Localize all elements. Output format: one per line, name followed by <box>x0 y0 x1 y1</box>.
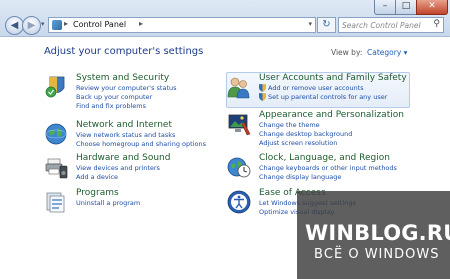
refresh-button[interactable]: ↻ <box>317 17 336 33</box>
category-programs: Programs Uninstall a program <box>44 188 224 214</box>
watermark-title: WINBLOG.RU <box>305 221 450 245</box>
close-button[interactable]: ✕ <box>416 0 448 15</box>
printer-speaker-icon <box>45 158 68 179</box>
view-by-label: View by: <box>331 48 363 57</box>
link-devices-printers[interactable]: View devices and printers <box>76 164 160 172</box>
users-icon <box>227 77 250 99</box>
control-panel-icon <box>52 20 62 30</box>
address-dropdown-icon[interactable]: ▾ <box>308 20 312 28</box>
breadcrumb-chevron-icon[interactable]: ▸ <box>139 19 143 28</box>
system-security-icon <box>45 76 65 98</box>
link-uninstall-program[interactable]: Uninstall a program <box>76 199 140 207</box>
link-review-status[interactable]: Review your computer's status <box>76 84 177 92</box>
search-box[interactable]: ⚲ <box>338 17 444 33</box>
uac-shield-icon <box>259 93 266 101</box>
breadcrumb-control-panel[interactable]: Control Panel <box>73 20 126 29</box>
category-title-user-accounts[interactable]: User Accounts and Family Safety <box>259 73 407 83</box>
category-hardware-sound: Hardware and Sound View devices and prin… <box>44 153 224 185</box>
maximize-button[interactable]: □ <box>395 0 417 15</box>
title-bar: – □ ✕ ◀ ▶ ▾ ▸ Control Panel ▸ ▾ ↻ ⚲ <box>0 0 450 37</box>
category-user-accounts: User Accounts and Family Safety Add or r… <box>227 73 409 105</box>
address-bar[interactable]: ▸ Control Panel ▸ ▾ <box>48 17 316 33</box>
category-title-clock-language[interactable]: Clock, Language, and Region <box>259 153 390 163</box>
link-keyboards-input[interactable]: Change keyboards or other input methods <box>259 164 397 172</box>
control-panel-window: – □ ✕ ◀ ▶ ▾ ▸ Control Panel ▸ ▾ ↻ ⚲ Adju… <box>0 0 450 279</box>
category-title-network-internet[interactable]: Network and Internet <box>76 120 172 130</box>
link-display-language[interactable]: Change display language <box>259 173 341 181</box>
appearance-icon <box>228 114 251 136</box>
programs-icon <box>46 192 65 213</box>
category-clock-language: Clock, Language, and Region Change keybo… <box>227 153 409 185</box>
view-by-dropdown[interactable]: Category ▾ <box>367 48 407 57</box>
watermark-subtitle: ВСЁ О WINDOWS <box>314 247 440 262</box>
category-title-appearance[interactable]: Appearance and Personalization <box>259 110 404 120</box>
magnifier-icon[interactable]: ⚲ <box>433 19 440 29</box>
link-parental-controls[interactable]: Set up parental controls for any user <box>268 93 387 101</box>
category-system-security: System and Security Review your computer… <box>44 73 224 113</box>
site-watermark: WINBLOG.RU ВСЁ О WINDOWS <box>297 191 450 279</box>
link-add-device[interactable]: Add a device <box>76 173 118 181</box>
link-network-status[interactable]: View network status and tasks <box>76 131 175 139</box>
link-homegroup-sharing[interactable]: Choose homegroup and sharing options <box>76 140 206 148</box>
category-title-hardware-sound[interactable]: Hardware and Sound <box>76 153 170 163</box>
category-network-internet: Network and Internet View network status… <box>44 120 224 152</box>
clock-globe-icon <box>227 157 251 178</box>
breadcrumb-root-chevron-icon[interactable]: ▸ <box>64 19 68 28</box>
recent-pages-dropdown[interactable]: ▾ <box>41 20 45 28</box>
network-globe-icon <box>45 123 67 145</box>
link-screen-resolution[interactable]: Adjust screen resolution <box>259 139 337 147</box>
minimize-button[interactable]: – <box>374 0 396 15</box>
category-title-programs[interactable]: Programs <box>76 188 119 198</box>
link-change-theme[interactable]: Change the theme <box>259 121 320 129</box>
category-title-system-security[interactable]: System and Security <box>76 73 169 83</box>
ease-of-access-icon <box>227 190 251 214</box>
uac-shield-icon <box>259 84 266 92</box>
link-back-up[interactable]: Back up your computer <box>76 93 152 101</box>
search-input[interactable] <box>342 19 428 31</box>
forward-button[interactable]: ▶ <box>22 16 41 35</box>
link-desktop-background[interactable]: Change desktop background <box>259 130 352 138</box>
link-find-fix-problems[interactable]: Find and fix problems <box>76 102 146 110</box>
link-add-remove-accounts[interactable]: Add or remove user accounts <box>268 84 364 92</box>
category-appearance: Appearance and Personalization Change th… <box>227 110 409 150</box>
page-title: Adjust your computer's settings <box>44 46 204 57</box>
